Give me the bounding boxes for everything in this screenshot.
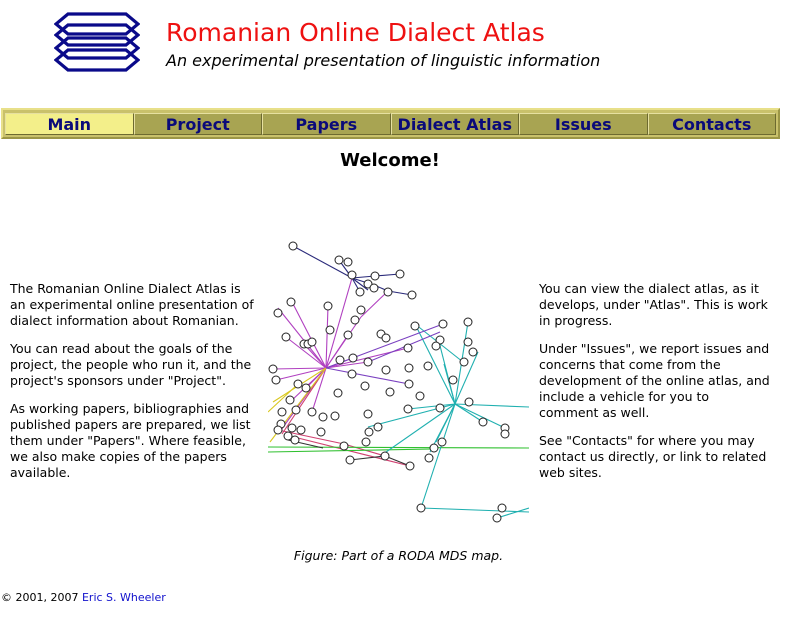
- intro-column-left: The Romanian Online Dialect Atlas is an …: [10, 281, 260, 493]
- issues-paragraph: Under "Issues", we report issues and con…: [539, 341, 770, 420]
- nav-item-contacts[interactable]: Contacts: [647, 113, 776, 135]
- atlas-paragraph: You can view the dialect atlas, as it de…: [539, 281, 768, 328]
- contacts-paragraph: See "Contacts" for where you may contact…: [539, 433, 767, 480]
- stacked-hexagons-logo-icon: [54, 12, 140, 72]
- figure-caption: Figure: Part of a RODA MDS map.: [293, 548, 504, 563]
- footer: © 2001, 2007 Eric S. Wheeler: [1, 591, 166, 604]
- nav-item-project[interactable]: Project: [133, 113, 262, 135]
- intro-column-right: You can view the dialect atlas, as it de…: [539, 281, 771, 493]
- mds-map-figure: [268, 241, 529, 523]
- nav-item-issues[interactable]: Issues: [519, 113, 648, 135]
- welcome-heading: Welcome!: [340, 150, 440, 171]
- intro-paragraph: The Romanian Online Dialect Atlas is an …: [10, 281, 254, 328]
- nav-item-papers[interactable]: Papers: [262, 113, 391, 135]
- project-paragraph: You can read about the goals of the proj…: [10, 341, 252, 388]
- author-link[interactable]: Eric S. Wheeler: [82, 591, 166, 604]
- nav-item-dialect-atlas[interactable]: Dialect Atlas: [390, 113, 519, 135]
- papers-paragraph: As working papers, bibliographies and pu…: [10, 401, 251, 480]
- copyright-text: © 2001, 2007: [1, 591, 79, 604]
- nav-item-main[interactable]: Main: [5, 113, 134, 135]
- site-title: Romanian Online Dialect Atlas: [166, 18, 545, 47]
- site-subtitle: An experimental presentation of linguist…: [166, 51, 601, 70]
- main-navigation: Main Project Papers Dialect Atlas Issues…: [1, 108, 780, 139]
